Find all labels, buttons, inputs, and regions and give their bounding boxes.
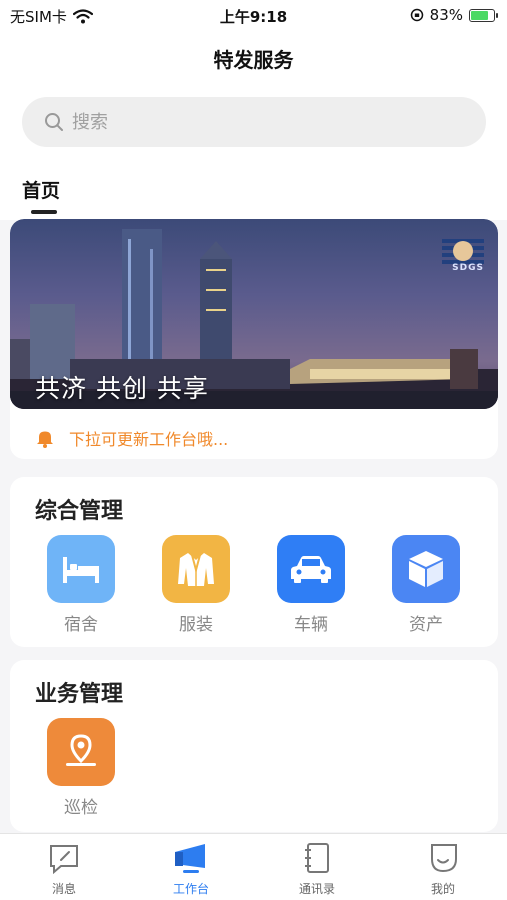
bell-icon bbox=[37, 431, 53, 448]
section-general: 综合管理 宿舍 服装 车辆 资产 bbox=[10, 477, 498, 647]
tabbar-label-profile: 我的 bbox=[430, 882, 455, 896]
section-business: 业务管理 巡检 bbox=[10, 660, 498, 832]
clothing-label: 服装 bbox=[179, 615, 213, 635]
grid-item-vehicle[interactable]: 车辆 bbox=[276, 535, 346, 635]
suit-icon bbox=[178, 553, 214, 586]
clothing-tile bbox=[162, 535, 230, 603]
banner-card: 共济 共创 共享 SDGS 下拉可更新工作台哦... bbox=[10, 219, 498, 459]
rotation-lock-icon bbox=[410, 8, 423, 22]
battery-level bbox=[471, 10, 488, 20]
assets-tile bbox=[392, 535, 460, 603]
workbench-icon bbox=[175, 844, 205, 873]
status-bar: 无SIM卡 上午9:18 83% bbox=[0, 0, 507, 30]
message-icon bbox=[50, 845, 78, 875]
logo-text: SDGS bbox=[452, 263, 484, 273]
contacts-icon bbox=[305, 843, 329, 873]
tabbar-item-messages[interactable]: 消息 bbox=[24, 842, 104, 897]
inspection-label: 巡检 bbox=[64, 798, 98, 818]
bottom-tab-bar: 消息 工作台 通讯录 我的 bbox=[0, 833, 507, 900]
tabbar-label-messages: 消息 bbox=[51, 882, 76, 896]
battery-percent: 83% bbox=[429, 6, 463, 24]
dormitory-label: 宿舍 bbox=[64, 615, 98, 635]
section-title-general: 综合管理 bbox=[35, 499, 124, 524]
notice-text: 下拉可更新工作台哦... bbox=[69, 430, 229, 449]
tabbar-item-workbench[interactable]: 工作台 bbox=[151, 842, 231, 897]
search-area bbox=[0, 86, 507, 162]
tab-active-indicator bbox=[31, 210, 57, 214]
dormitory-tile bbox=[47, 535, 115, 603]
location-pin-icon bbox=[66, 734, 96, 766]
grid-item-dormitory[interactable]: 宿舍 bbox=[46, 535, 116, 635]
search-input[interactable] bbox=[70, 110, 454, 134]
tabbar-item-profile[interactable]: 我的 bbox=[403, 842, 483, 897]
banner-image[interactable]: 共济 共创 共享 SDGS bbox=[10, 219, 498, 409]
page-title: 特发服务 bbox=[213, 48, 294, 72]
search-bar[interactable] bbox=[22, 97, 486, 147]
status-right: 83% bbox=[410, 6, 498, 24]
vehicle-label: 车辆 bbox=[294, 615, 328, 635]
notice-bar: 下拉可更新工作台哦... bbox=[35, 426, 228, 450]
vehicle-tile bbox=[277, 535, 345, 603]
inspection-tile bbox=[47, 718, 115, 786]
banner-slogan: 共济 共创 共享 bbox=[35, 374, 209, 403]
section-title-business: 业务管理 bbox=[35, 682, 124, 707]
tabbar-label-contacts: 通讯录 bbox=[298, 882, 335, 896]
grid-item-inspection[interactable]: 巡检 bbox=[46, 718, 116, 818]
profile-icon bbox=[431, 844, 457, 873]
tabbar-label-workbench: 工作台 bbox=[172, 882, 209, 896]
box-icon bbox=[409, 551, 443, 587]
nav-bar: 特发服务 bbox=[0, 30, 507, 86]
tabbar-item-contacts[interactable]: 通讯录 bbox=[277, 842, 357, 897]
grid-item-assets[interactable]: 资产 bbox=[391, 535, 461, 635]
grid-item-clothing[interactable]: 服装 bbox=[161, 535, 231, 635]
bed-icon bbox=[63, 557, 99, 583]
tab-home[interactable]: 首页 bbox=[22, 176, 60, 203]
search-icon bbox=[45, 113, 63, 131]
battery-icon bbox=[469, 8, 498, 22]
tab-bar-top: 首页 bbox=[0, 162, 507, 220]
assets-label: 资产 bbox=[409, 615, 443, 635]
car-icon bbox=[291, 556, 331, 583]
